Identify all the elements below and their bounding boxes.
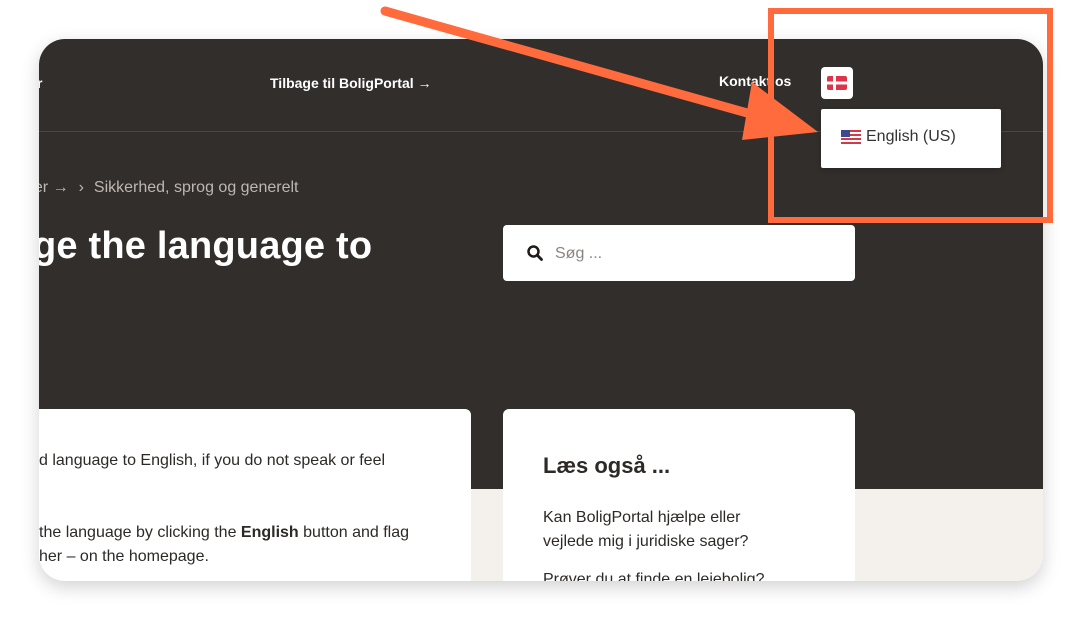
search-icon [527, 245, 543, 261]
contact-link[interactable]: Kontakt os [719, 73, 791, 89]
language-option-label: English (US) [866, 128, 956, 145]
nav-left-link[interactable]: r [39, 75, 42, 91]
article-text: the language by clicking the [39, 524, 241, 541]
breadcrumb-link[interactable]: ger → [39, 179, 69, 197]
article-card: d language to English, if you do not spe… [39, 409, 471, 581]
browser-frame: r Tilbage til BoligPortal → Kontakt os g… [39, 39, 1043, 581]
related-link[interactable]: Prøver du at finde en lejebolig? [543, 568, 764, 581]
language-switcher-button[interactable] [821, 67, 853, 99]
breadcrumb: ger → › Sikkerhed, sprog og generelt [39, 179, 298, 197]
related-link[interactable]: vejlede mig i juridiske sager? [543, 530, 748, 554]
article-text: button and flag [298, 524, 410, 541]
article-text-bold: English [240, 524, 299, 541]
related-link[interactable]: Kan BoligPortal hjælpe eller [543, 506, 740, 530]
search-box [503, 225, 855, 283]
article-text-line: the language by clicking the English but… [39, 521, 409, 545]
related-articles-card: Læs også ... Kan BoligPortal hjælpe elle… [503, 409, 855, 581]
page-title: ge the language to [39, 225, 373, 267]
danish-flag-icon [827, 76, 847, 90]
related-heading: Læs også ... [543, 453, 671, 478]
breadcrumb-current: Sikkerhed, sprog og generelt [93, 179, 299, 196]
article-text-line: d language to English, if you do not spe… [39, 452, 386, 469]
breadcrumb-separator: › [78, 179, 84, 196]
search-input[interactable] [553, 225, 837, 283]
article-text-line: her – on the homepage. [39, 548, 209, 565]
language-dropdown: English (US) [821, 109, 1001, 168]
back-to-boligportal-link[interactable]: Tilbage til BoligPortal → [270, 75, 432, 91]
language-option-english[interactable]: English (US) [841, 128, 956, 146]
us-flag-icon [841, 130, 861, 144]
